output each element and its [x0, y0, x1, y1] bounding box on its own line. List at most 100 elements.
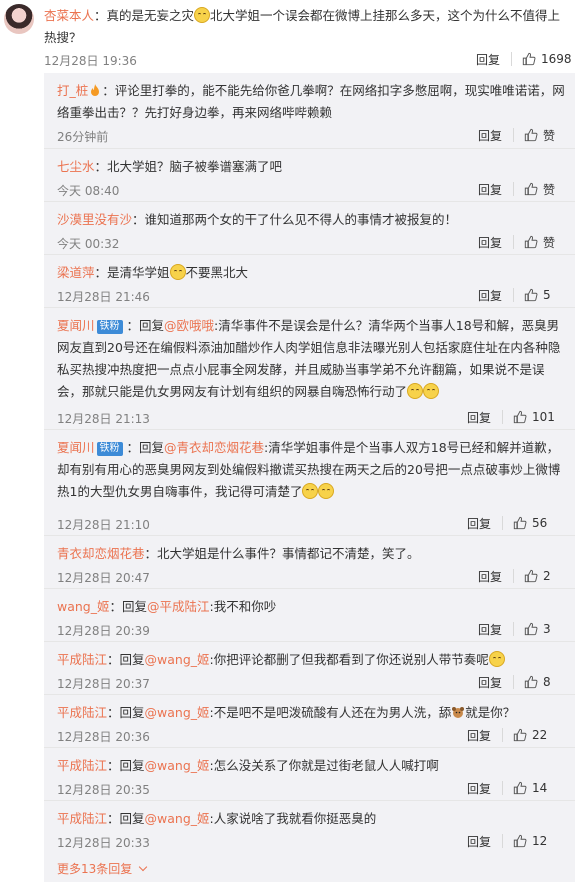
thumbs-up-icon: [524, 182, 538, 196]
username-link[interactable]: 青衣却恋烟花巷: [57, 546, 145, 561]
like-button[interactable]: 56: [513, 514, 547, 532]
fan-badge: 铁粉: [96, 442, 123, 456]
thumbs-up-icon: [513, 516, 527, 530]
timestamp: 26分钟前: [57, 130, 109, 144]
smile-emoji-icon: [194, 7, 211, 23]
like-count: 赞: [543, 182, 556, 197]
timestamp: 12月28日 20:37: [57, 677, 150, 691]
list-item: 平成陆江：回复@wang_姬:人家说啥了我就看你挺恶臭的 12月28日 20:3…: [44, 800, 575, 853]
thumbs-up-icon: [513, 781, 527, 795]
smile-emoji-icon: [423, 383, 440, 399]
like-button[interactable]: 赞: [524, 126, 555, 144]
reply-button[interactable]: 回复: [467, 727, 491, 744]
mention-link[interactable]: @wang_姬: [145, 811, 210, 826]
divider: [513, 622, 514, 636]
timestamp: 12月28日 21:10: [57, 518, 150, 532]
reply-button[interactable]: 回复: [467, 515, 491, 532]
list-item: 夏闻川 铁粉 ：回复@欧哦哦:清华事件不是误会是什么？清华两个当事人18号和解，恶臭…: [44, 307, 575, 429]
timestamp: 12月28日 20:39: [57, 624, 150, 638]
thumbs-up-icon: [524, 569, 538, 583]
thumbs-up-icon: [522, 52, 536, 66]
username-link[interactable]: 沙漠里没有沙: [57, 212, 132, 227]
username-link[interactable]: 七尘水: [57, 159, 95, 174]
like-count: 3: [543, 622, 551, 636]
timestamp: 12月28日 20:47: [57, 571, 150, 585]
like-count: 22: [532, 728, 548, 742]
username-link[interactable]: 打_桩: [57, 83, 88, 98]
divider: [513, 675, 514, 689]
mention-link[interactable]: @wang_姬: [145, 705, 210, 720]
smile-emoji-icon: [407, 383, 424, 399]
reply-button[interactable]: 回复: [478, 568, 502, 585]
divider: [513, 182, 514, 196]
list-item: 平成陆江：回复@wang_姬:不是吧不是吧泼硫酸有人还在为男人洗，舔 就是你？ 1…: [44, 694, 575, 747]
reply-button[interactable]: 回复: [478, 621, 502, 638]
list-item: 梁道萍：是清华学姐 不要黑北大 12月28日 21:46 回复 5: [44, 254, 575, 307]
smirk-emoji-icon: [488, 651, 505, 667]
username-link[interactable]: 平成陆江: [57, 811, 107, 826]
username-link[interactable]: 夏闻川: [57, 318, 95, 333]
mention-link[interactable]: @欧哦哦: [164, 318, 214, 333]
username-link[interactable]: 夏闻川: [57, 440, 95, 455]
like-button[interactable]: 101: [513, 408, 555, 426]
like-count: 12: [532, 834, 548, 848]
thumbs-up-icon: [524, 622, 538, 636]
reply-button[interactable]: 回复: [467, 780, 491, 797]
like-count: 101: [532, 410, 555, 424]
like-button[interactable]: 赞: [524, 233, 555, 251]
mention-link[interactable]: @wang_姬: [145, 758, 210, 773]
reply-button[interactable]: 回复: [478, 287, 502, 304]
like-button[interactable]: 12: [513, 832, 547, 850]
reply-button[interactable]: 回复: [478, 127, 502, 144]
like-button[interactable]: 14: [513, 779, 547, 797]
like-button[interactable]: 2: [524, 567, 551, 585]
timestamp: 12月28日 20:35: [57, 783, 150, 797]
reply-button[interactable]: 回复: [478, 674, 502, 691]
mention-link[interactable]: @青衣却恋烟花巷: [164, 440, 264, 455]
like-button[interactable]: 8: [524, 673, 551, 691]
mention-link[interactable]: @wang_姬: [145, 652, 210, 667]
reply-button[interactable]: 回复: [476, 51, 500, 68]
mention-link[interactable]: @平成陆江: [147, 599, 210, 614]
avatar[interactable]: [4, 4, 34, 34]
like-count: 2: [543, 569, 551, 583]
reply-button[interactable]: 回复: [478, 181, 502, 198]
like-count: 14: [532, 781, 548, 795]
thumbs-up-icon: [513, 834, 527, 848]
list-item: 打_桩 ：评论里打拳的，能不能先给你爸几拳啊？在网络扣字多憋屈啊，现实唯唯诺诺，网…: [57, 83, 565, 144]
main-comment-text: 杏菜本人：真的是无妄之灾 北大学姐一个误会都在微博上挂那么多天，这个为什么不值得上…: [44, 7, 561, 45]
like-button[interactable]: 22: [513, 726, 547, 744]
reply-list: 打_桩 ：评论里打拳的，能不能先给你爸几拳啊？在网络扣字多憋屈啊，现实唯唯诺诺，网…: [44, 73, 575, 882]
comment-meta: 12月28日 19:36 回复 1698: [44, 50, 572, 70]
like-button[interactable]: 赞: [524, 180, 555, 198]
like-count: 赞: [543, 235, 556, 250]
like-button[interactable]: 3: [524, 620, 551, 638]
reply-button[interactable]: 回复: [467, 833, 491, 850]
divider: [502, 410, 503, 424]
timestamp: 今天 00:32: [57, 237, 120, 251]
list-item: 沙漠里没有沙：谁知道那两个女的干了什么见不得人的事情才被报复的！ 今天 00:3…: [44, 201, 575, 254]
dog-icon: [452, 707, 465, 718]
timestamp: 12月28日 21:46: [57, 290, 150, 304]
like-button[interactable]: 1698: [522, 50, 572, 68]
username-link[interactable]: 杏菜本人: [44, 8, 94, 23]
timestamp: 今天 08:40: [57, 184, 120, 198]
list-item: 夏闻川 铁粉 ：回复@青衣却恋烟花巷:清华学姐事件是个当事人双方18号已经和解并道歉…: [44, 429, 575, 535]
fan-badge: 铁粉: [96, 320, 123, 334]
like-button[interactable]: 5: [524, 286, 551, 304]
timestamp: 12月28日 21:13: [57, 412, 150, 426]
username-link[interactable]: 平成陆江: [57, 652, 107, 667]
username-link[interactable]: wang_姬: [57, 599, 110, 614]
list-item: 青衣却恋烟花巷：北大学姐是什么事件？事情都记不清楚，笑了。 12月28日 20:…: [44, 535, 575, 588]
reply-button[interactable]: 回复: [467, 409, 491, 426]
reply-button[interactable]: 回复: [478, 234, 502, 251]
main-comment: 杏菜本人：真的是无妄之灾 北大学姐一个误会都在微博上挂那么多天，这个为什么不值得上…: [0, 0, 575, 71]
divider: [502, 728, 503, 742]
username-link[interactable]: 平成陆江: [57, 705, 107, 720]
like-count: 56: [532, 516, 548, 530]
more-replies-link[interactable]: 更多13条回复: [57, 860, 148, 877]
username-link[interactable]: 梁道萍: [57, 265, 95, 280]
smile-emoji-icon: [318, 483, 335, 499]
username-link[interactable]: 平成陆江: [57, 758, 107, 773]
divider: [513, 235, 514, 249]
